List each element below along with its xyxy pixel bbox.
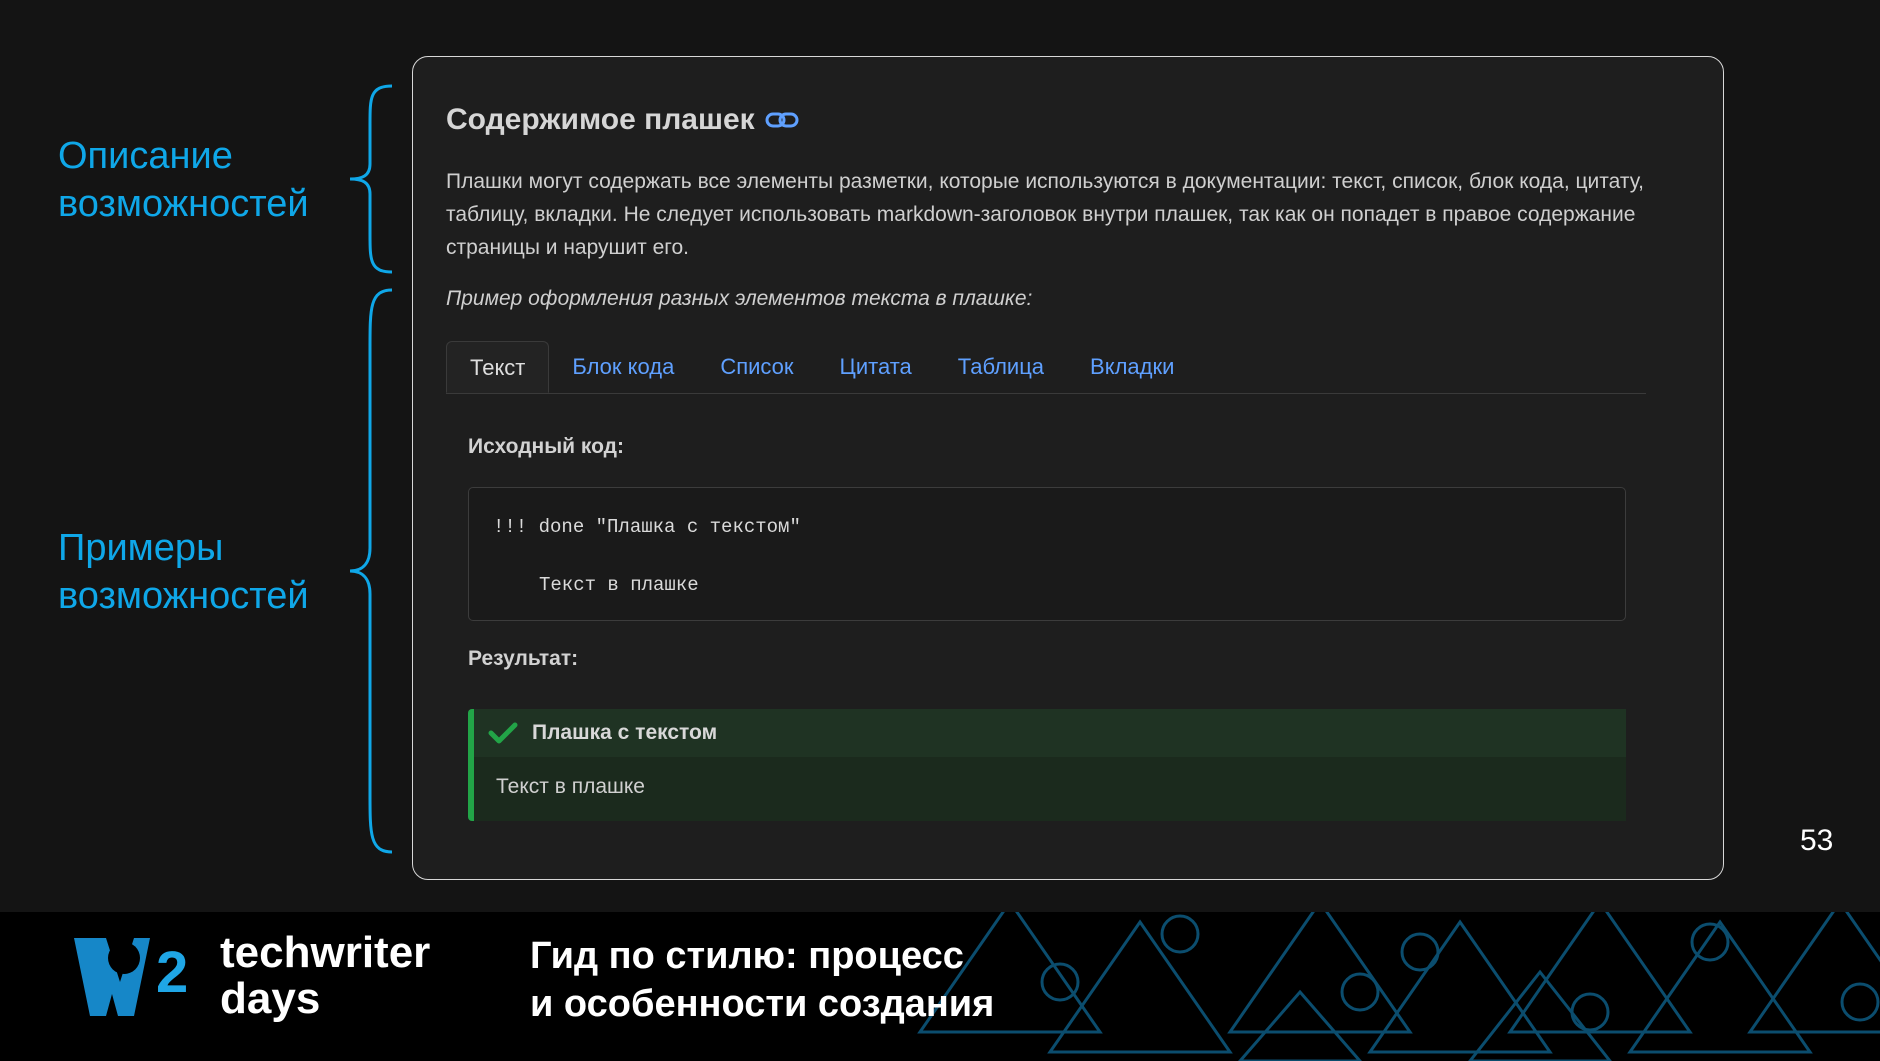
admonition-done: Плашка с текстом Текст в плашке	[468, 709, 1626, 821]
talk-title-line2: и особенности создания	[530, 983, 995, 1025]
slide-number: 53	[1800, 824, 1834, 857]
tab-list[interactable]: Список	[697, 341, 816, 393]
admonition-title: Плашка с текстом	[532, 721, 718, 744]
tab-quote[interactable]: Цитата	[817, 341, 935, 393]
brand-name: techwriter days	[220, 930, 430, 1022]
annotation-description-line1: Описание	[58, 135, 233, 177]
talk-title: Гид по стилю: процесс и особенности созд…	[530, 932, 994, 1028]
example-caption: Пример оформления разных элементов текст…	[446, 287, 1033, 310]
admonition-body: Текст в плашке	[474, 757, 1626, 821]
content-tabs: Текст Блок кода Список Цитата Таблица Вк…	[446, 341, 1646, 394]
tab-tabs[interactable]: Вкладки	[1067, 341, 1197, 393]
admonition-header: Плашка с текстом	[474, 709, 1626, 757]
techwriter-days-logo: 2	[74, 938, 188, 1016]
brace-description	[349, 84, 393, 274]
footer-bar: 2 techwriter days Гид по стилю: процесс …	[0, 912, 1880, 1061]
checkmark-icon	[488, 722, 518, 744]
brand-line1: techwriter	[220, 928, 431, 977]
docs-card: Содержимое плашек Плашки могут содержать…	[412, 56, 1724, 880]
talk-title-line1: Гид по стилю: процесс	[530, 935, 964, 977]
source-code-label: Исходный код:	[468, 435, 625, 458]
annotation-examples-line2: возможностей	[58, 575, 309, 617]
logo-number: 2	[156, 940, 188, 1005]
result-label: Результат:	[468, 647, 579, 670]
tab-text[interactable]: Текст	[446, 341, 550, 393]
tab-table[interactable]: Таблица	[935, 341, 1067, 393]
code-line: !!! done "Плашка с текстом"	[493, 516, 801, 538]
brace-examples	[349, 288, 393, 854]
annotation-examples: Примеры возможностей	[58, 524, 309, 620]
anchor-link-icon[interactable]	[765, 109, 799, 131]
annotation-description: Описание возможностей	[58, 132, 309, 228]
annotation-examples-line1: Примеры	[58, 527, 224, 569]
section-title: Содержимое плашек	[446, 103, 755, 136]
tab-code-block[interactable]: Блок кода	[549, 341, 697, 393]
section-heading: Содержимое плашек	[446, 103, 799, 137]
section-description: Плашки могут содержать все элементы разм…	[446, 170, 1644, 259]
annotation-description-line2: возможностей	[58, 183, 309, 225]
brand-line2: days	[220, 974, 321, 1023]
code-block[interactable]: !!! done "Плашка с текстом" Текст в плаш…	[468, 487, 1626, 621]
code-line: Текст в плашке	[539, 574, 699, 596]
